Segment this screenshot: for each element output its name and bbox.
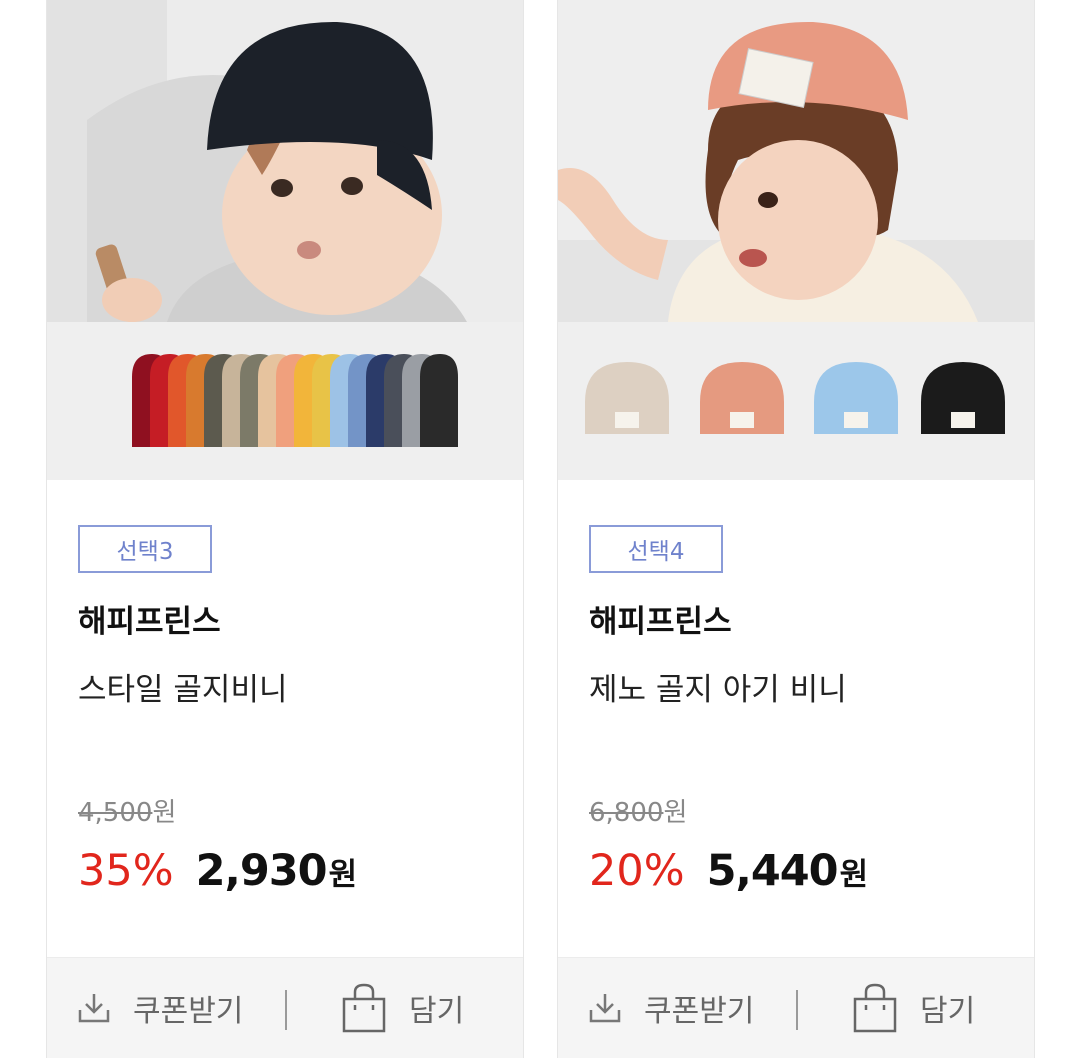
divider	[796, 990, 798, 1030]
swatch-hat	[420, 354, 458, 447]
original-price: 4,500원	[78, 798, 177, 828]
swatch-hat	[585, 362, 669, 434]
divider	[285, 990, 287, 1030]
option-badge: 선택3	[78, 525, 212, 573]
currency-label: 원	[839, 857, 869, 893]
product-card[interactable]: 선택3 해피프린스 스타일 골지비니 4,500원 35% 2,930 원 쿠폰…	[46, 0, 524, 1058]
product-photo[interactable]	[47, 0, 523, 322]
product-name[interactable]: 제노 골지 아기 비니	[589, 664, 847, 709]
product-actions: 쿠폰받기 담기	[47, 957, 523, 1058]
sale-price-value: 2,930	[195, 846, 328, 896]
download-icon	[588, 992, 622, 1024]
coupon-button[interactable]: 쿠폰받기	[77, 984, 243, 1032]
coupon-label: 쿠폰받기	[133, 994, 244, 1029]
download-icon	[77, 992, 111, 1024]
shopping-bag-icon	[852, 983, 898, 1033]
color-swatches	[47, 322, 523, 480]
add-to-cart-button[interactable]: 담기	[341, 980, 464, 1036]
coupon-label: 쿠폰받기	[644, 994, 755, 1029]
original-price: 6,800원	[589, 798, 688, 828]
option-badge: 선택4	[589, 525, 723, 573]
swatch-hat	[921, 362, 1005, 434]
currency-label: 원	[328, 857, 358, 893]
coupon-button[interactable]: 쿠폰받기	[588, 984, 754, 1032]
cart-label: 담기	[920, 994, 976, 1029]
discount-rate: 20%	[589, 846, 685, 896]
sale-price: 35% 2,930 원	[78, 846, 357, 896]
add-to-cart-button[interactable]: 담기	[852, 980, 975, 1036]
product-name[interactable]: 스타일 골지비니	[78, 664, 288, 709]
swatch-hat	[814, 362, 898, 434]
swatch-hat	[700, 362, 784, 434]
product-photo[interactable]	[558, 0, 1034, 322]
color-swatches	[558, 322, 1034, 480]
sale-price: 20% 5,440 원	[589, 846, 868, 896]
brand-name: 해피프린스	[589, 604, 732, 640]
discount-rate: 35%	[78, 846, 174, 896]
cart-label: 담기	[409, 994, 465, 1029]
brand-name: 해피프린스	[78, 604, 221, 640]
product-actions: 쿠폰받기 담기	[558, 957, 1034, 1058]
shopping-bag-icon	[341, 983, 387, 1033]
product-card[interactable]: 선택4 해피프린스 제노 골지 아기 비니 6,800원 20% 5,440 원…	[557, 0, 1035, 1058]
sale-price-value: 5,440	[706, 846, 839, 896]
